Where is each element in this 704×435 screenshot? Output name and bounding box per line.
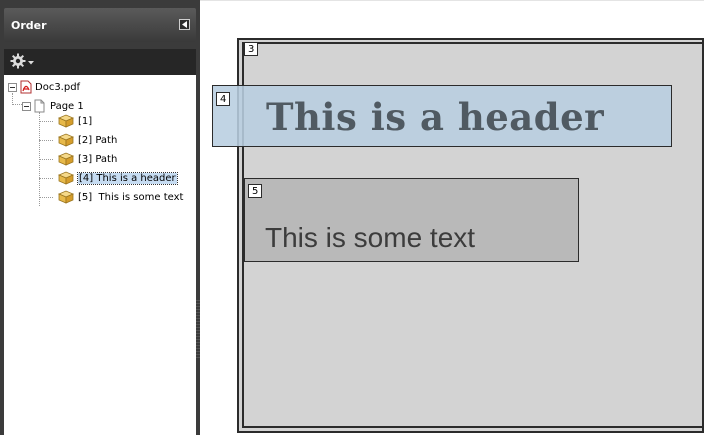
options-toolbar (4, 49, 196, 75)
container-icon (58, 171, 74, 185)
tree-item-label: [4] This is a header (77, 171, 178, 185)
gear-icon (10, 53, 26, 69)
text-order-tag: 5 (248, 184, 263, 198)
expand-toggle[interactable] (22, 102, 31, 111)
container-icon (58, 190, 74, 204)
collapse-panel-button[interactable] (179, 19, 190, 30)
panel-header: Order (4, 8, 196, 42)
container-icon (58, 114, 74, 128)
panel-title: Order (11, 19, 47, 32)
tree-connector (12, 104, 22, 105)
chevron-down-icon (28, 61, 34, 65)
body-text: This is some text (265, 222, 476, 253)
tree-item-container[interactable]: [5] This is some text (58, 189, 183, 205)
tree-connector (39, 197, 53, 198)
container-icon (58, 152, 74, 166)
tree-connector (39, 159, 53, 160)
tree-item-label: Page 1 (50, 100, 84, 112)
tree-item-container[interactable]: [1] (58, 113, 92, 129)
pdf-icon (20, 80, 32, 94)
tree-item-container[interactable]: [2] Path (58, 132, 117, 148)
order-panel: Order Doc3.pdf Page 1 [1] [2] Path [3] P… (0, 0, 200, 435)
order-tree: Doc3.pdf Page 1 [1] [2] Path [3] Path [4… (4, 75, 196, 435)
tree-item-document[interactable]: Doc3.pdf (20, 79, 80, 95)
options-menu-button[interactable] (10, 53, 38, 71)
tree-item-label: [1] (78, 115, 93, 127)
tree-item-label: [2] Path (78, 134, 118, 146)
tree-item-page[interactable]: Page 1 (34, 98, 84, 114)
page-order-tag: 3 (244, 42, 259, 56)
tree-connector (39, 140, 53, 141)
tree-item-container[interactable]: [3] Path (58, 151, 117, 167)
tree-item-container-selected[interactable]: [4] This is a header (58, 170, 178, 186)
page-icon (34, 99, 45, 113)
tree-connector (39, 121, 53, 122)
expand-toggle[interactable] (8, 83, 17, 92)
header-text: This is a header (266, 95, 605, 139)
tree-item-label: Doc3.pdf (35, 81, 81, 93)
container-icon (58, 133, 74, 147)
header-order-tag: 4 (216, 92, 231, 106)
tree-item-label: [3] Path (78, 153, 118, 165)
tree-connector (39, 178, 53, 179)
triangle-left-icon (182, 21, 187, 28)
tree-item-label: [5] This is some text (78, 191, 184, 203)
